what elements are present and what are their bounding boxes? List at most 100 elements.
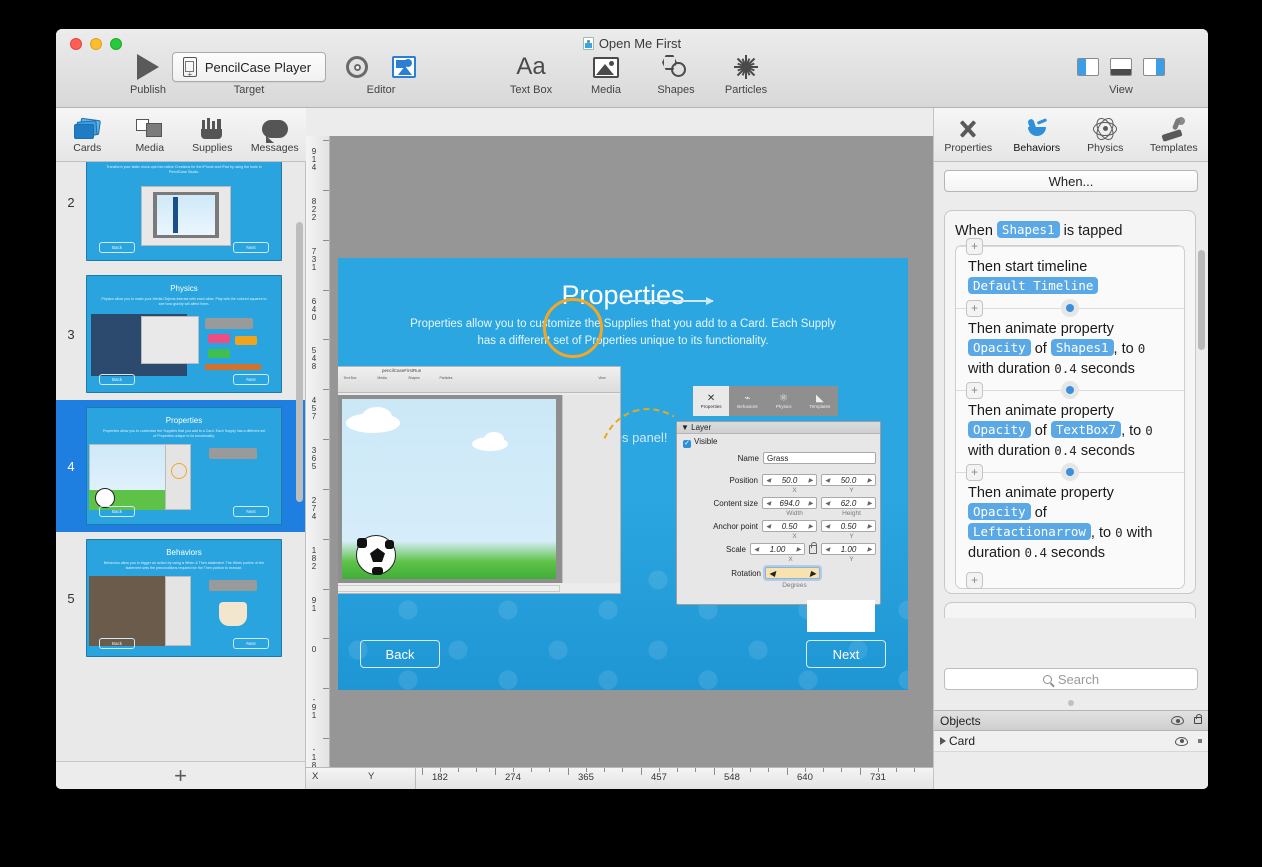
vertical-ruler: 914822731640548457365274182910-91-182 [306,136,330,778]
behavior-statement[interactable]: When Shapes1 is tapped + Then start time… [944,210,1196,594]
target-popup-button[interactable]: PencilCase Player [171,52,327,82]
duration-number[interactable]: 0.4 [1054,443,1077,458]
stage-back-button[interactable]: Back [360,640,440,668]
scale-x-stepper[interactable]: ◀ 1.00 ▶ [750,543,805,555]
content-height-stepper[interactable]: ◀ 62.0 ▶ [821,497,876,509]
supply-shapes[interactable]: Shapes [641,52,711,96]
position-y-value: 50.0 [840,475,857,485]
supply-particles[interactable]: Particles [711,52,781,96]
timeline-chip[interactable]: Default Timeline [968,277,1099,294]
card-number: 4 [67,458,75,474]
card-list-item[interactable]: 3 Physics Physics allow you to make your… [56,268,305,400]
object-chip[interactable]: TextBox7 [1050,421,1122,438]
content-height-value: 62.0 [840,498,857,508]
card-list-item-selected[interactable]: 4 Properties Properties allow you to cus… [56,400,305,532]
when-button[interactable]: When... [944,170,1198,192]
scale-y-stepper[interactable]: ◀ 1.00 ▶ [821,543,876,555]
search-input[interactable]: Search [944,668,1198,690]
anchor-x-stepper[interactable]: ◀ 0.50 ▶ [762,520,817,532]
objects-row-card[interactable]: Card [934,731,1208,752]
duration-number[interactable]: 0.4 [1054,361,1077,376]
behaviors-scroll[interactable]: When Shapes1 is tapped + Then start time… [934,202,1208,659]
content-width-stepper[interactable]: ◀ 694.0 ▶ [762,497,817,509]
card-thumb-next: Next [233,242,269,253]
add-action-button[interactable]: + [966,572,983,589]
layer-section-header[interactable]: ▼ Layer [677,422,880,434]
stage-next-button[interactable]: Next [806,640,886,668]
rotation-stepper[interactable]: ◀ ▶ [765,567,820,579]
editor-layout-icon[interactable] [392,56,416,78]
view-label: View [1109,84,1133,96]
card-thumbnail[interactable]: Properties Properties allow you to custo… [86,407,282,525]
position-x-stepper[interactable]: ◀ 50.0 ▶ [762,474,817,486]
card-list-item[interactable]: 2 PencilCase: Studio at a Glance Transfo… [56,162,305,268]
card-thumbnail[interactable]: PencilCase: Studio at a Glance Transform… [86,162,282,261]
inspector-tab-physics[interactable]: Physics [1074,114,1136,154]
property-chip[interactable]: Opacity [968,339,1031,356]
property-chip[interactable]: Opacity [968,503,1031,520]
then-action-row[interactable]: Then animate property Opacity of TextBox… [956,391,1184,472]
eye-icon[interactable] [1175,736,1188,746]
card-list-item[interactable]: 5 Behaviors Behaviors allow you to trigg… [56,532,305,664]
card-list-scrollbar[interactable] [296,222,303,502]
inspector-scrollbar[interactable] [1198,250,1205,350]
visible-checkbox-row[interactable]: ✓ Visible [683,437,717,448]
stage-tab-behaviors: ⌁ Behaviors [729,393,765,409]
layer-name-input[interactable]: Grass [763,452,876,464]
library-tab-media[interactable]: Media [122,116,178,154]
lock-icon[interactable] [809,541,817,554]
eye-icon[interactable] [1171,716,1184,725]
card-thumbnail[interactable]: Behaviors Behaviors allow you to trigger… [86,539,282,657]
object-chip[interactable]: Leftactionarrow [968,523,1091,540]
lock-icon[interactable] [1194,714,1202,724]
property-chip[interactable]: Opacity [968,421,1031,438]
stage-inspector-tabs: ✕ Properties ⌁ Behaviors ⚛ Physics ◣ Tem… [693,386,838,416]
left-panel-icon[interactable] [1077,58,1099,76]
object-chip[interactable]: Shapes1 [1050,339,1114,356]
ruler-origin-box: X Y [306,767,416,789]
stamp-icon [1161,116,1186,142]
library-tab-label: Media [135,141,165,154]
behaviors-inspector[interactable]: When... When Shapes1 is tapped + Then st… [933,162,1208,789]
card-thumbnail[interactable]: Physics Physics allow you to make your M… [86,275,282,393]
canvas-area[interactable]: Properties Properties allow you to custo… [306,136,933,789]
card-stage[interactable]: Properties Properties allow you to custo… [338,258,908,690]
panel-resize-grabber[interactable] [934,697,1208,709]
value-number[interactable]: 0 [1115,525,1123,540]
supply-text-box[interactable]: Aa Text Box [496,52,566,97]
inspector-tab-properties[interactable]: Properties [937,116,999,154]
position-y-stepper[interactable]: ◀ 50.0 ▶ [821,474,876,486]
then-action-row[interactable]: Then animate property Opacity of Leftact… [956,473,1184,574]
gear-icon[interactable] [346,56,368,78]
card-thumb-back: Back [99,506,135,517]
disclosure-triangle-icon[interactable] [940,737,946,745]
library-tab-messages[interactable]: Messages [247,116,303,154]
bottom-panel-icon[interactable] [1110,58,1132,76]
add-card-button[interactable]: + [174,764,187,786]
horizontal-ruler-label: 457 [651,772,667,783]
behavior-statement-next[interactable] [944,602,1196,618]
supply-media[interactable]: Media [571,52,641,96]
library-tab-supplies[interactable]: Supplies [184,116,240,154]
then-action-row[interactable]: Then animate property Opacity of Shapes1… [956,309,1184,390]
card-list-sidebar[interactable]: 2 PencilCase: Studio at a Glance Transfo… [56,162,306,789]
horizontal-ruler-tick [841,768,842,772]
mini-canvas [338,395,562,583]
horizontal-ruler-label: 365 [578,772,594,783]
layer-properties-panel[interactable]: ▼ Layer ✓ Visible Name Grass Position ◀ 50… [676,421,881,605]
when-object-chip[interactable]: Shapes1 [996,221,1060,238]
vertical-ruler-tick [323,339,329,341]
card-list-scroll[interactable]: 2 PencilCase: Studio at a Glance Transfo… [56,162,305,761]
value-number[interactable]: 0 [1145,423,1153,438]
atom-icon [1093,114,1118,143]
library-tab-cards[interactable]: Cards [59,116,115,154]
duration-number[interactable]: 0.4 [1024,545,1047,560]
inspector-tab-behaviors[interactable]: Behaviors [1006,116,1068,154]
inspector-tab-templates[interactable]: Templates [1143,116,1205,154]
lock-dot-icon[interactable] [1198,739,1202,743]
value-number[interactable]: 0 [1138,341,1146,356]
action-text: of [1030,341,1051,357]
vertical-ruler-tick [323,389,329,391]
anchor-y-stepper[interactable]: ◀ 0.50 ▶ [821,520,876,532]
right-panel-icon[interactable] [1143,58,1165,76]
